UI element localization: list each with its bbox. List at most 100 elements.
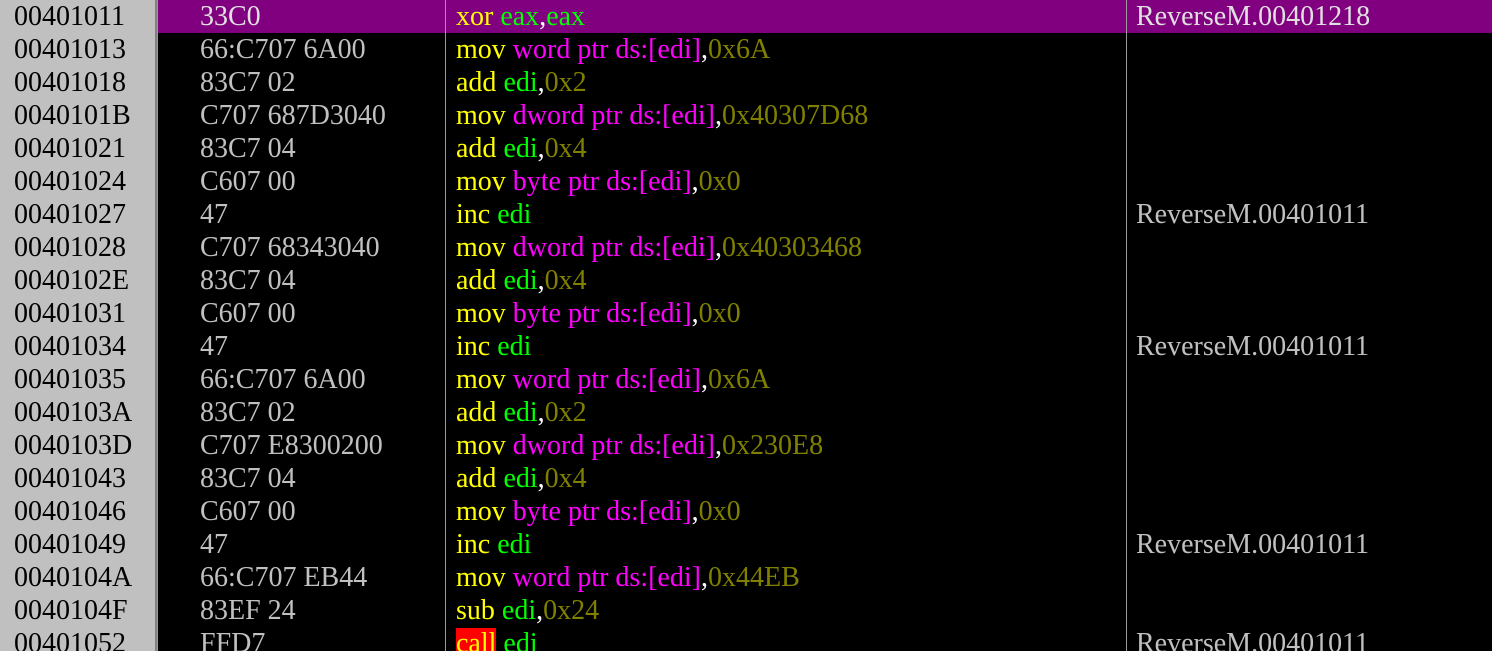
address-cell[interactable]: 00401013 [0,33,157,66]
instruction-cell[interactable]: mov dword ptr ds:[edi],0x40303468 [446,231,1126,264]
disassembly-row[interactable]: 0040103A 83C7 02 add edi,0x2 [0,396,1492,429]
disassembly-row[interactable]: 00401028 C707 68343040 mov dword ptr ds:[e… [0,231,1492,264]
comment-cell[interactable] [1127,396,1492,429]
disassembly-row[interactable]: 00401011 33C0 xor eax,eax ReverseM.00401218 [0,0,1492,33]
address-cell[interactable]: 00401049 [0,528,157,561]
instruction-cell[interactable]: inc edi [446,528,1126,561]
instruction-cell[interactable]: mov dword ptr ds:[edi],0x40307D68 [446,99,1126,132]
comment-cell[interactable] [1127,231,1492,264]
instruction-cell[interactable]: inc edi [446,330,1126,363]
disassembly-row[interactable]: 0040102E 83C7 04 add edi,0x4 [0,264,1492,297]
bytes-cell[interactable]: 83C7 04 [158,132,445,165]
comment-cell[interactable] [1127,429,1492,462]
disassembly-row[interactable]: 00401043 83C7 04 add edi,0x4 [0,462,1492,495]
comment-cell[interactable] [1127,561,1492,594]
bytes-cell[interactable]: 47 [158,330,445,363]
column-divider-comment[interactable] [1126,0,1127,651]
instruction-cell[interactable]: add edi,0x2 [446,396,1126,429]
disassembly-row[interactable]: 00401013 66:C707 6A00 mov word ptr ds:[edi… [0,33,1492,66]
address-cell[interactable]: 00401046 [0,495,157,528]
instruction-cell[interactable]: sub edi,0x24 [446,594,1126,627]
address-cell[interactable]: 00401034 [0,330,157,363]
disassembly-row[interactable]: 00401018 83C7 02 add edi,0x2 [0,66,1492,99]
comment-cell[interactable] [1127,264,1492,297]
address-cell[interactable]: 00401024 [0,165,157,198]
comment-cell[interactable]: ReverseM.00401218 [1127,0,1492,33]
bytes-cell[interactable]: FFD7 [158,627,445,651]
bytes-cell[interactable]: 83C7 02 [158,66,445,99]
comment-cell[interactable] [1127,363,1492,396]
address-cell[interactable]: 0040101B [0,99,157,132]
instruction-cell[interactable]: mov dword ptr ds:[edi],0x230E8 [446,429,1126,462]
address-cell[interactable]: 00401043 [0,462,157,495]
disassembly-row[interactable]: 00401049 47 inc edi ReverseM.00401011 [0,528,1492,561]
comment-cell[interactable]: ReverseM.00401011 [1127,330,1492,363]
comment-cell[interactable] [1127,165,1492,198]
instruction-cell[interactable]: xor eax,eax [446,0,1126,33]
disassembly-row[interactable]: 0040104A 66:C707 EB44 mov word ptr ds:[edi… [0,561,1492,594]
address-cell[interactable]: 00401027 [0,198,157,231]
address-cell[interactable]: 0040102E [0,264,157,297]
bytes-cell[interactable]: 66:C707 EB44 [158,561,445,594]
bytes-cell[interactable]: 47 [158,198,445,231]
address-cell[interactable]: 00401018 [0,66,157,99]
disassembly-row[interactable]: 00401052 FFD7 call edi ReverseM.00401011 [0,627,1492,651]
address-cell[interactable]: 0040104F [0,594,157,627]
comment-cell[interactable] [1127,462,1492,495]
instruction-cell[interactable]: mov byte ptr ds:[edi],0x0 [446,165,1126,198]
disassembly-row[interactable]: 00401034 47 inc edi ReverseM.00401011 [0,330,1492,363]
comment-cell[interactable] [1127,297,1492,330]
address-cell[interactable]: 00401028 [0,231,157,264]
instruction-cell[interactable]: call edi [446,627,1126,651]
bytes-cell[interactable]: 66:C707 6A00 [158,33,445,66]
bytes-cell[interactable]: C607 00 [158,165,445,198]
disassembly-row[interactable]: 00401027 47 inc edi ReverseM.00401011 [0,198,1492,231]
bytes-cell[interactable]: 83EF 24 [158,594,445,627]
disassembly-row[interactable]: 0040104F 83EF 24 sub edi,0x24 [0,594,1492,627]
bytes-cell[interactable]: C707 68343040 [158,231,445,264]
instruction-cell[interactable]: add edi,0x2 [446,66,1126,99]
bytes-cell[interactable]: 83C7 02 [158,396,445,429]
disassembly-row[interactable]: 00401024 C607 00 mov byte ptr ds:[edi],0x0 [0,165,1492,198]
bytes-cell[interactable]: C707 687D3040 [158,99,445,132]
comment-cell[interactable] [1127,495,1492,528]
bytes-cell[interactable]: 47 [158,528,445,561]
instruction-cell[interactable]: mov word ptr ds:[edi],0x6A [446,33,1126,66]
comment-cell[interactable]: ReverseM.00401011 [1127,198,1492,231]
bytes-cell[interactable]: 83C7 04 [158,264,445,297]
bytes-cell[interactable]: C607 00 [158,495,445,528]
bytes-cell[interactable]: C607 00 [158,297,445,330]
disassembly-row[interactable]: 00401021 83C7 04 add edi,0x4 [0,132,1492,165]
disassembly-row[interactable]: 00401035 66:C707 6A00 mov word ptr ds:[edi… [0,363,1492,396]
bytes-cell[interactable]: 83C7 04 [158,462,445,495]
comment-cell[interactable] [1127,99,1492,132]
address-cell[interactable]: 00401052 [0,627,157,651]
bytes-cell[interactable]: 66:C707 6A00 [158,363,445,396]
comment-cell[interactable] [1127,66,1492,99]
instruction-cell[interactable]: mov byte ptr ds:[edi],0x0 [446,297,1126,330]
address-cell[interactable]: 0040103A [0,396,157,429]
address-cell[interactable]: 00401031 [0,297,157,330]
comment-cell[interactable] [1127,594,1492,627]
disassembly-row[interactable]: 00401046 C607 00 mov byte ptr ds:[edi],0x0 [0,495,1492,528]
disassembly-row[interactable]: 0040103D C707 E8300200 mov dword ptr ds:[e… [0,429,1492,462]
disassembly-row[interactable]: 00401031 C607 00 mov byte ptr ds:[edi],0x0 [0,297,1492,330]
address-cell[interactable]: 00401021 [0,132,157,165]
instruction-cell[interactable]: add edi,0x4 [446,132,1126,165]
comment-cell[interactable]: ReverseM.00401011 [1127,627,1492,651]
address-cell[interactable]: 0040104A [0,561,157,594]
instruction-cell[interactable]: inc edi [446,198,1126,231]
instruction-cell[interactable]: mov word ptr ds:[edi],0x44EB [446,561,1126,594]
address-cell[interactable]: 00401035 [0,363,157,396]
instruction-cell[interactable]: add edi,0x4 [446,264,1126,297]
instruction-cell[interactable]: mov word ptr ds:[edi],0x6A [446,363,1126,396]
comment-cell[interactable] [1127,33,1492,66]
disassembly-view[interactable]: 00401011 33C0 xor eax,eax ReverseM.00401218… [0,0,1492,651]
column-divider-bytes[interactable] [157,0,158,651]
bytes-cell[interactable]: C707 E8300200 [158,429,445,462]
instruction-cell[interactable]: add edi,0x4 [446,462,1126,495]
column-divider-instruction[interactable] [445,0,446,651]
comment-cell[interactable]: ReverseM.00401011 [1127,528,1492,561]
address-cell[interactable]: 0040103D [0,429,157,462]
comment-cell[interactable] [1127,132,1492,165]
